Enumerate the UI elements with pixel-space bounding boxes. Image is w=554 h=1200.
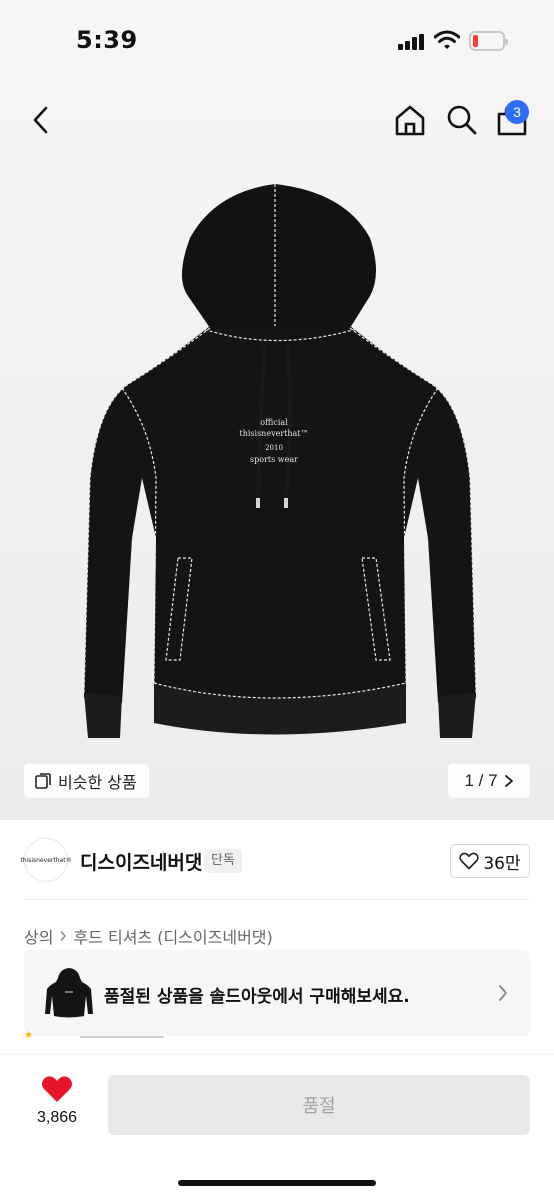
cart-count-badge: 3 xyxy=(505,100,529,124)
soldout-product-thumbnail xyxy=(45,968,93,1018)
wishlist-button[interactable]: 3,866 xyxy=(24,1075,90,1135)
rating-star-icon: ★ xyxy=(24,1030,33,1041)
hoodie-print-line: thisisneverthat™ xyxy=(239,429,308,438)
cellular-signal-icon xyxy=(398,34,424,50)
brand-logo[interactable]: thisisneverthat® xyxy=(20,838,72,882)
section-divider xyxy=(24,899,530,900)
status-time: 5:39 xyxy=(76,26,138,54)
battery-icon xyxy=(469,31,508,51)
image-counter-text: 1 / 7 xyxy=(464,771,498,790)
product-image-gallery[interactable]: 5:39 3 official thisisneverthat™ 2010 sp… xyxy=(0,0,554,820)
brand-name[interactable]: 디스이즈네버댓 xyxy=(80,848,202,875)
heart-filled-icon xyxy=(41,1076,73,1102)
breadcrumb-category[interactable]: 상의 xyxy=(24,924,53,948)
soldout-banner[interactable]: 품절된 상품을 솔드아웃에서 구매해보세요. xyxy=(24,950,530,1036)
back-arrow-icon[interactable] xyxy=(26,102,58,138)
product-detail-page: 5:39 3 official thisisneverthat™ 2010 sp… xyxy=(0,0,554,1200)
heart-outline-icon xyxy=(459,852,480,870)
buy-button-label: 품절 xyxy=(302,1096,336,1117)
similar-products-label: 비슷한 상품 xyxy=(58,773,137,792)
chevron-right-icon xyxy=(60,931,67,941)
top-navigation xyxy=(0,90,554,150)
image-counter[interactable]: 1 / 7 xyxy=(448,764,530,798)
brand-like-button[interactable]: 36만 xyxy=(450,844,530,878)
home-indicator xyxy=(178,1180,376,1186)
status-bar: 5:39 xyxy=(0,0,554,84)
home-icon[interactable] xyxy=(392,102,428,138)
hoodie-print-line: official xyxy=(260,418,288,427)
copy-icon xyxy=(35,773,51,789)
bottom-action-bar: 3,866 품절 xyxy=(0,1054,554,1200)
soldout-buy-button[interactable]: 품절 xyxy=(108,1075,530,1135)
similar-products-button[interactable]: 비슷한 상품 xyxy=(24,764,149,798)
brand-like-count: 36만 xyxy=(483,853,521,874)
search-icon[interactable] xyxy=(444,102,480,138)
chevron-right-icon xyxy=(504,775,513,787)
product-hoodie-image[interactable]: official thisisneverthat™ 2010 sports we… xyxy=(60,178,500,748)
partially-hidden-rating-underline xyxy=(80,1036,164,1038)
hoodie-print-line: sports wear xyxy=(250,455,298,464)
wishlist-count: 3,866 xyxy=(36,1109,78,1126)
brand-logo-text: thisisneverthat® xyxy=(20,856,72,864)
chevron-right-icon xyxy=(499,985,507,1001)
breadcrumb: 상의 후드 티셔츠 (디스이즈네버댓) xyxy=(24,924,273,948)
hoodie-print-line: 2010 xyxy=(265,444,283,452)
exclusive-badge: 단독 xyxy=(204,849,242,873)
soldout-banner-text: 품절된 상품을 솔드아웃에서 구매해보세요. xyxy=(104,987,410,1007)
brand-row: thisisneverthat® 디스이즈네버댓 단독 36만 xyxy=(0,836,554,884)
wifi-icon xyxy=(434,30,460,49)
breadcrumb-subcategory[interactable]: 후드 티셔츠 (디스이즈네버댓) xyxy=(73,924,272,948)
